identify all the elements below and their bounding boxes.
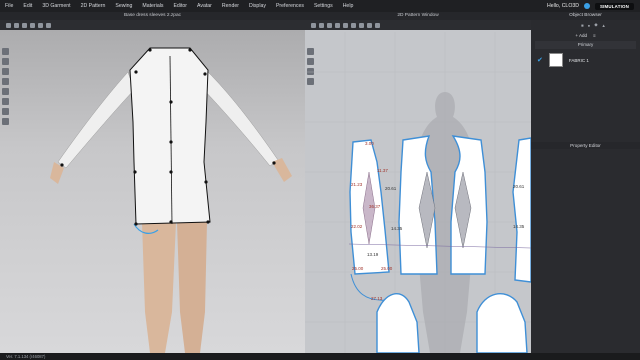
label-right-0: 20.61	[513, 184, 525, 189]
avatar-right-arm	[203, 71, 279, 167]
fabric-swatch[interactable]	[548, 53, 563, 67]
menu-display[interactable]: Display	[244, 3, 271, 9]
label-left-7: 27.13	[371, 296, 383, 301]
label-left-1: 11.37	[377, 168, 388, 173]
menu-right-area: Hello, CLO3D SIMULATION	[547, 0, 640, 12]
property-editor-title: Property Editor	[531, 142, 640, 149]
pattern-piece-left-bottom	[350, 273, 390, 301]
label-left-3: 36.37	[369, 204, 381, 209]
cloud-icon[interactable]	[584, 3, 590, 9]
menu-avatar[interactable]: Avatar	[192, 3, 217, 9]
label-left-6: 25.00	[381, 266, 393, 271]
pattern-piece-right[interactable]	[512, 137, 531, 283]
fabric-name: FABRIC 1	[568, 57, 589, 63]
avatar-left-arm	[57, 71, 135, 169]
menu-preferences[interactable]: Preferences	[271, 3, 309, 9]
avatar-right-leg	[177, 222, 207, 353]
add-row: + Add ≡	[531, 30, 640, 40]
trim-tab-icon[interactable]: ◆	[594, 22, 597, 28]
sleeve-piece-right[interactable]	[476, 293, 528, 353]
menu-bar: File Edit 3D Garment 2D Pattern Sewing M…	[0, 0, 640, 12]
object-browser-title: Object Browser	[531, 12, 640, 20]
3d-garment-window[interactable]: Base dress sleeves 2.zpac	[0, 12, 305, 353]
checkmark-icon: ✔	[537, 57, 543, 64]
label-left-0: 3.00	[365, 141, 374, 146]
texture-tab-icon[interactable]: ▲	[602, 23, 606, 28]
2d-pattern-canvas[interactable]: 3.00 11.37 21.23 36.37 22.02 25.00 25.00…	[305, 12, 531, 353]
menu-file[interactable]: File	[0, 3, 18, 9]
label-center-0: 20.61	[385, 186, 397, 191]
label-left-2: 21.23	[351, 182, 363, 187]
menu-render[interactable]: Render	[217, 3, 244, 9]
menu-materials[interactable]: Materials	[137, 3, 168, 9]
2d-pattern-window[interactable]: 2D Pattern Window 3.00 11.37 21.23 36.37…	[305, 12, 531, 353]
label-left-5: 25.00	[352, 266, 364, 271]
menu-3d-garment[interactable]: 3D Garment	[37, 3, 75, 9]
fabric-tab-icon[interactable]: ■	[581, 23, 584, 28]
sleeve-piece-left[interactable]	[376, 293, 420, 353]
menu-settings[interactable]: Settings	[309, 3, 338, 9]
avatar-left-leg	[142, 222, 176, 353]
menu-sewing[interactable]: Sewing	[110, 3, 137, 9]
avatar-right-hand	[272, 158, 292, 182]
label-left-4: 22.02	[351, 224, 363, 229]
user-greeting[interactable]: Hello, CLO3D	[547, 3, 579, 9]
menu-edit[interactable]: Edit	[18, 3, 37, 9]
label-center-1: 14.35	[391, 226, 403, 231]
object-browser-tabs: ■ ● ◆ ▲	[531, 20, 640, 30]
3d-viewport[interactable]	[0, 12, 305, 353]
label-center-2: 13.19	[367, 252, 379, 257]
menu-help[interactable]: Help	[338, 3, 359, 9]
status-bar: Ver. 7.1.134 (r46087)	[0, 353, 640, 360]
label-right-1: 14.35	[513, 224, 525, 229]
simulation-mode-button[interactable]: SIMULATION	[595, 2, 634, 10]
menu-2d-pattern[interactable]: 2D Pattern	[76, 3, 111, 9]
add-button[interactable]: + Add	[575, 33, 587, 38]
button-tab-icon[interactable]: ●	[588, 23, 591, 28]
fabric-item[interactable]: ✔ FABRIC 1	[531, 50, 640, 70]
primary-label: Primary	[535, 41, 636, 49]
object-browser-panel: Object Browser ■ ● ◆ ▲ + Add ≡ Primary ✔…	[531, 12, 640, 353]
sort-icon[interactable]: ≡	[593, 33, 596, 38]
menu-editor[interactable]: Editor	[168, 3, 192, 9]
